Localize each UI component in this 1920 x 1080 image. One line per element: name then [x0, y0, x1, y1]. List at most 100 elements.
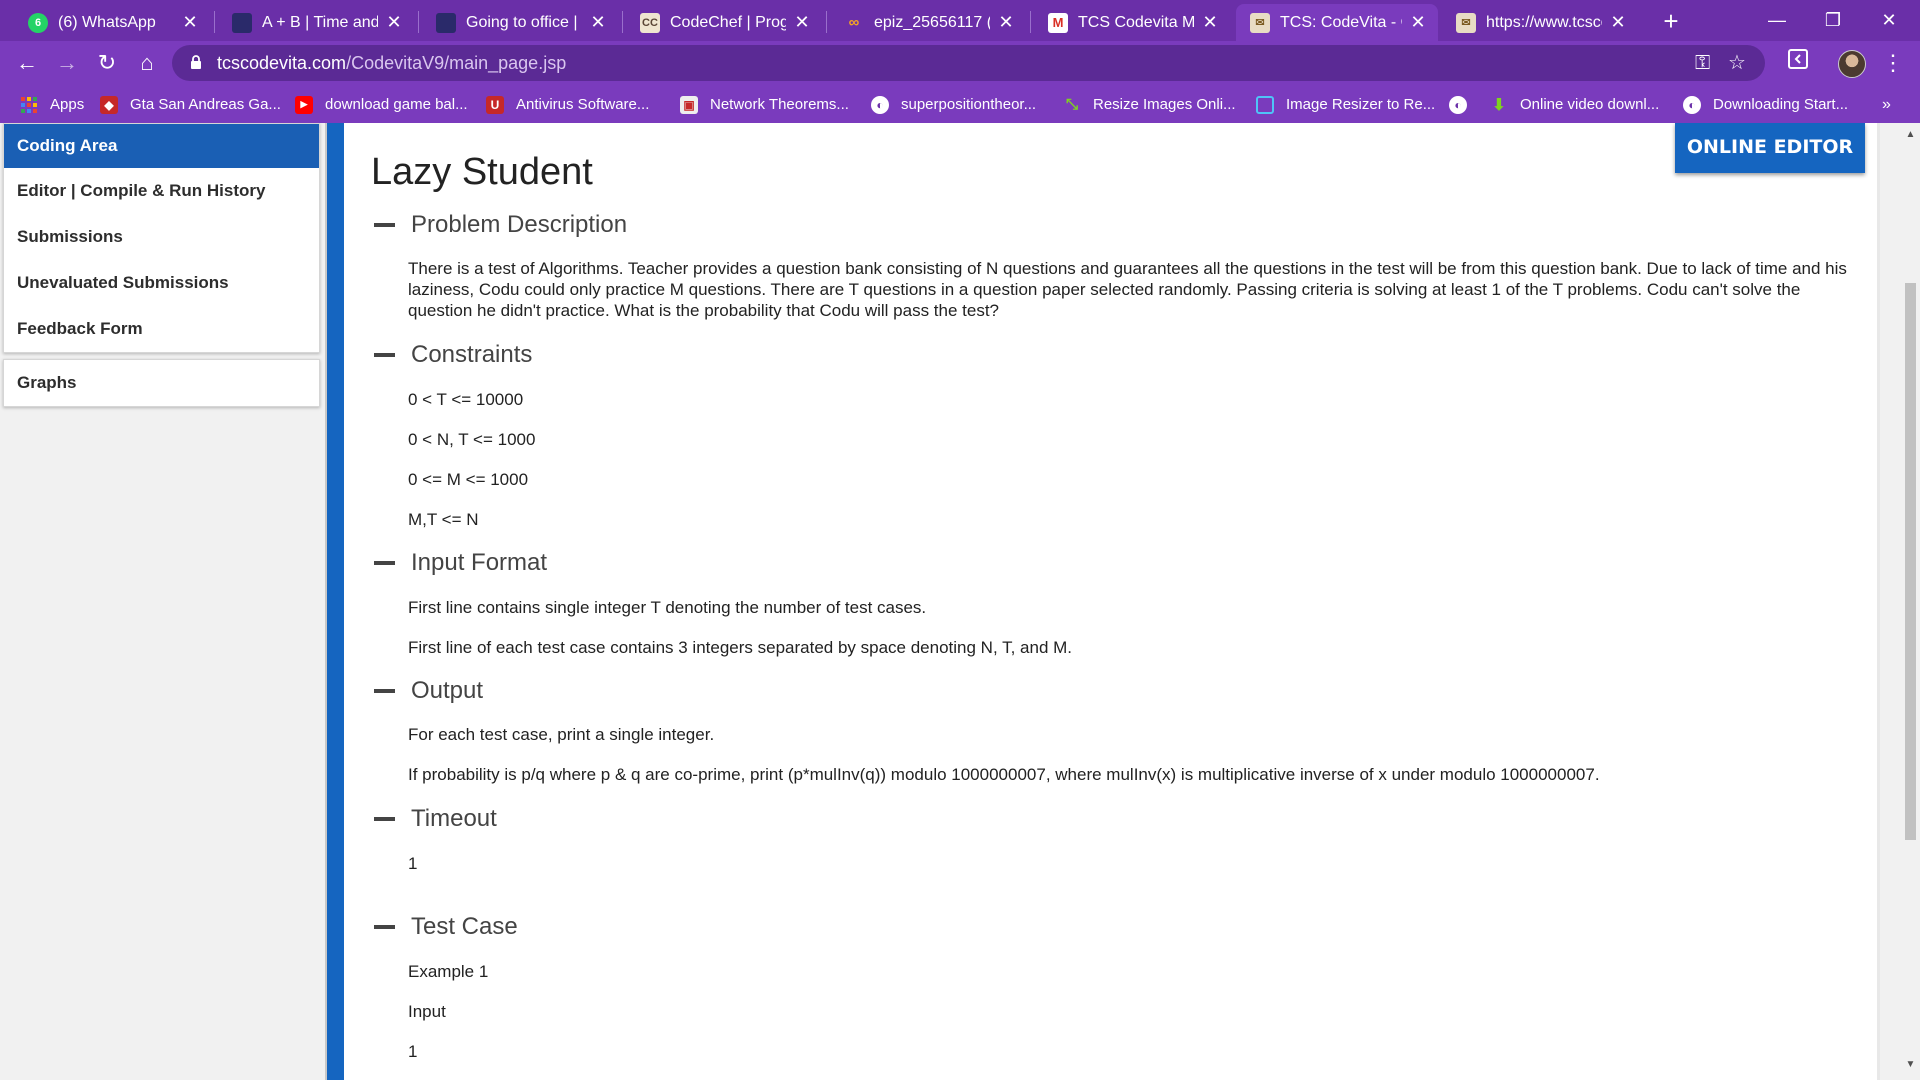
browser-toolbar: ← → ↻ ⌂ tcscodevita.com/CodevitaV9/main_… [0, 41, 1920, 86]
sidebar-item-submissions[interactable]: Submissions [4, 214, 319, 260]
collapse-icon [374, 925, 395, 929]
bookmark-image-resizer[interactable]: Image Resizer to Re... [1256, 86, 1435, 123]
tab-whatsapp[interactable]: 6 (6) WhatsApp ✕ [14, 4, 210, 41]
link-icon: ∞ [848, 14, 860, 31]
section-toggle-output[interactable]: Output [374, 675, 483, 707]
tab-codevita-active[interactable]: ✉ TCS: CodeVita - Cc ✕ [1236, 4, 1438, 41]
gmail-icon: M [1048, 12, 1068, 33]
constraint-line: 0 <= M <= 1000 [408, 470, 529, 489]
section-toggle-description[interactable]: Problem Description [374, 209, 627, 241]
lock-icon[interactable] [190, 55, 202, 69]
tab-title: TCS Codevita Moc [1078, 13, 1194, 31]
bookmark-resize-images[interactable]: ⤡ Resize Images Onli... [1063, 86, 1236, 123]
constraint-line: M,T <= N [408, 510, 479, 529]
output-line: For each test case, print a single integ… [408, 725, 715, 744]
new-tab-button[interactable]: + [1656, 6, 1686, 36]
youtube-icon: ▶ [295, 95, 313, 114]
bookmark-apps[interactable]: Apps [20, 86, 84, 123]
sidebar-item-coding-area[interactable]: Coding Area [4, 124, 319, 168]
apps-grid-icon [20, 96, 38, 114]
monitor-icon: ▣ [680, 95, 698, 114]
close-tab-icon[interactable]: ✕ [1408, 12, 1428, 33]
section-heading: Output [411, 677, 484, 704]
minimize-button[interactable]: — [1752, 0, 1802, 40]
star-icon[interactable]: ☆ [1728, 45, 1746, 81]
scroll-down-arrow-icon[interactable]: ▼ [1901, 1059, 1920, 1070]
tab-epiz[interactable]: ∞ epiz_25656117 (W ✕ [830, 4, 1026, 41]
tab-tcscodevita-url[interactable]: ✉ https://www.tcscoc ✕ [1442, 4, 1638, 41]
bookmark-superposition[interactable]: ◐ superpositiontheor... [871, 86, 1036, 123]
bookmark-label: Network Theorems... [710, 96, 849, 113]
address-bar[interactable]: tcscodevita.com/CodevitaV9/main_page.jsp… [172, 45, 1765, 81]
bookmark-antivirus[interactable]: U Antivirus Software... [486, 86, 649, 123]
browser-menu-icon[interactable]: ⋮ [1878, 48, 1908, 78]
section-toggle-timeout[interactable]: Timeout [374, 803, 497, 835]
home-button[interactable]: ⌂ [132, 48, 162, 78]
tab-gmail[interactable]: M TCS Codevita Moc ✕ [1034, 4, 1230, 41]
close-tab-icon[interactable]: ✕ [996, 12, 1016, 33]
input-format-line: First line of each test case contains 3 … [408, 638, 1073, 657]
shield-icon: U [486, 95, 504, 114]
scrollbar-thumb[interactable] [1905, 283, 1916, 840]
bookmark-network-theorems[interactable]: ▣ Network Theorems... [680, 86, 849, 123]
sidebar-item-editor-history[interactable]: Editor | Compile & Run History [4, 168, 319, 214]
key-icon[interactable]: ⚿ [1695, 45, 1710, 81]
collapse-icon [374, 561, 395, 565]
close-window-button[interactable]: ✕ [1864, 0, 1914, 40]
bookmark-label: Image Resizer to Re... [1286, 96, 1436, 113]
codevita-icon: ✉ [1250, 12, 1270, 33]
collapse-icon [374, 223, 395, 227]
section-heading: Timeout [411, 805, 497, 832]
scroll-up-arrow-icon[interactable]: ▲ [1901, 129, 1920, 140]
codechef-icon: CC [640, 12, 660, 33]
section-toggle-input-format[interactable]: Input Format [374, 547, 547, 579]
sidebar-item-graphs[interactable]: Graphs [4, 360, 319, 406]
profile-avatar[interactable] [1838, 50, 1866, 78]
close-tab-icon[interactable]: ✕ [1608, 12, 1628, 33]
close-tab-icon[interactable]: ✕ [180, 12, 200, 33]
whatsapp-icon: 6 [28, 12, 48, 33]
forward-button[interactable]: → [52, 48, 82, 78]
bookmarks-overflow-icon[interactable]: » [1882, 86, 1891, 123]
tab-separator [1030, 11, 1031, 33]
back-button[interactable]: ← [12, 48, 42, 78]
sidebar-item-feedback-form[interactable]: Feedback Form [4, 306, 319, 352]
close-tab-icon[interactable]: ✕ [384, 12, 404, 33]
tab-title: (6) WhatsApp [58, 13, 156, 31]
tab-going-to-office[interactable]: Going to office | B ✕ [422, 4, 618, 41]
test-case-line: Input [408, 1002, 446, 1021]
bookmark-download-game[interactable]: ▶ download game bal... [295, 86, 468, 123]
extension-icon[interactable] [1783, 48, 1813, 78]
bookmark-downloading-start[interactable]: ◐ Downloading Start... [1683, 86, 1848, 123]
bookmark-online-video[interactable]: ⬇ Online video downl... [1490, 86, 1659, 123]
close-tab-icon[interactable]: ✕ [1200, 12, 1220, 33]
tab-timeandspace[interactable]: A + B | Time and S ✕ [218, 4, 414, 41]
sidebar-item-unevaluated-submissions[interactable]: Unevaluated Submissions [4, 260, 319, 306]
section-toggle-constraints[interactable]: Constraints [374, 339, 532, 371]
url-text[interactable]: tcscodevita.com/CodevitaV9/main_page.jsp [217, 45, 566, 81]
tab-codechef[interactable]: CC CodeChef | Progra ✕ [626, 4, 822, 41]
close-tab-icon[interactable]: ✕ [588, 12, 608, 33]
bookmark-label: Resize Images Onli... [1093, 96, 1236, 113]
tab-title: TCS: CodeVita - Cc [1280, 13, 1402, 31]
divider [1877, 123, 1880, 1080]
bookmark-gta[interactable]: ◆ Gta San Andreas Ga... [100, 86, 281, 123]
page-icon [436, 12, 456, 33]
tab-separator [418, 11, 419, 33]
reload-button[interactable]: ↻ [92, 48, 122, 78]
collapse-icon [374, 817, 395, 821]
maximize-button[interactable]: ❐ [1808, 0, 1858, 40]
bookmark-globe[interactable]: ◐ [1449, 86, 1479, 123]
tab-title: Going to office | B [466, 13, 582, 31]
online-editor-button[interactable]: ONLINE EDITOR (E) [1675, 123, 1865, 206]
section-toggle-test-case[interactable]: Test Case [374, 911, 518, 943]
test-case-line: 1 [408, 1042, 418, 1061]
tab-title: CodeChef | Progra [670, 13, 786, 31]
bookmark-label: Antivirus Software... [516, 96, 650, 113]
close-tab-icon[interactable]: ✕ [792, 12, 812, 33]
download-arrow-icon: ⬇ [1492, 96, 1506, 114]
codevita-icon: ✉ [1456, 12, 1476, 33]
output-line: If probability is p/q where p & q are co… [408, 765, 1600, 784]
page-scrollbar[interactable]: ▲ ▼ [1901, 123, 1920, 1080]
problem-description-text: There is a test of Algorithms. Teacher p… [408, 259, 1847, 320]
